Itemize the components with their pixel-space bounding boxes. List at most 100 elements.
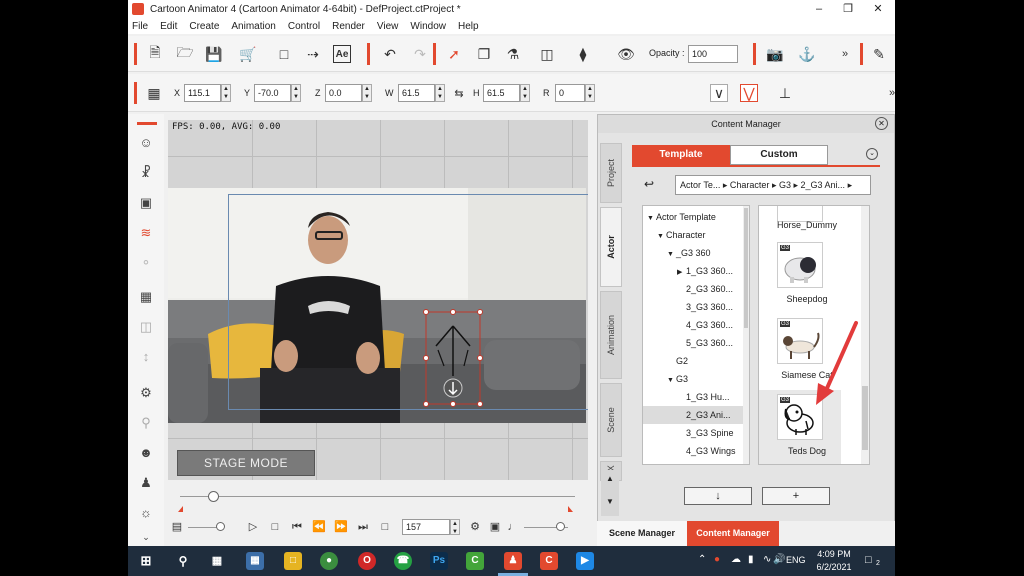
- menu-edit[interactable]: Edit: [160, 21, 177, 32]
- head-icon[interactable]: ☼: [137, 504, 155, 522]
- ae-export-button[interactable]: Ae: [333, 45, 351, 63]
- w-field[interactable]: 61.5: [398, 84, 435, 102]
- redo-icon[interactable]: ↷: [411, 45, 429, 63]
- loop-icon[interactable]: □: [378, 520, 392, 534]
- visibility-eye-icon[interactable]: 👁: [617, 45, 635, 63]
- breadcrumb-item[interactable]: Actor Te...: [680, 180, 720, 190]
- r-field[interactable]: 0: [555, 84, 585, 102]
- prev-key-icon[interactable]: ⏪: [312, 520, 326, 534]
- strip-more-icon[interactable]: ⌄: [137, 528, 155, 546]
- new-file-icon[interactable]: 🗎: [146, 44, 164, 63]
- undo-icon[interactable]: ↶: [381, 45, 399, 63]
- cartoon-animator-2-icon[interactable]: C: [540, 552, 558, 570]
- input-language[interactable]: ENG: [786, 555, 806, 565]
- calculator-icon[interactable]: ▦: [246, 552, 264, 570]
- path-icon[interactable]: ↕: [137, 348, 155, 366]
- bone-icon[interactable]: ⚲: [137, 414, 155, 432]
- anchor-icon[interactable]: ⚓: [798, 45, 816, 63]
- music-note-icon[interactable]: ♩: [506, 520, 520, 534]
- render-icon[interactable]: ▣: [488, 520, 502, 534]
- download-button[interactable]: ↓: [684, 487, 752, 505]
- tree-item[interactable]: 2_G3 360...: [643, 280, 743, 298]
- side-tab-scroller[interactable]: ▲ ▼: [601, 470, 619, 516]
- menu-window[interactable]: Window: [410, 21, 446, 32]
- range-start-marker[interactable]: [178, 506, 183, 512]
- tree-item[interactable]: ▼ Character: [643, 226, 743, 244]
- actor-composer-icon[interactable]: ☺: [137, 134, 155, 152]
- tree-item[interactable]: 1_G3 Hu...: [643, 388, 743, 406]
- cartoon-animator-taskbar-icon[interactable]: ♟: [504, 552, 522, 570]
- speed-icon[interactable]: ▤: [170, 520, 184, 534]
- h-stepper[interactable]: ▲ ▼: [520, 84, 530, 102]
- timeline-icon[interactable]: ⚙: [137, 384, 155, 402]
- side-tab-actor[interactable]: Actor: [600, 207, 622, 287]
- notification-icon[interactable]: □: [865, 554, 872, 566]
- link-icon[interactable]: ⇆: [450, 84, 468, 102]
- z-field[interactable]: 0.0: [325, 84, 362, 102]
- camera-icon[interactable]: 📷: [766, 45, 784, 63]
- task-view-icon[interactable]: ▦: [208, 552, 226, 570]
- grid-icon[interactable]: ▦: [145, 84, 163, 102]
- tree-item[interactable]: 4_G3 Wings: [643, 442, 743, 460]
- flip-icon[interactable]: ◫: [538, 45, 556, 63]
- screen-recorder-icon[interactable]: ▶: [576, 552, 594, 570]
- side-tab-scene[interactable]: Scene: [600, 383, 622, 457]
- panel-edit-icon[interactable]: ✎: [870, 45, 888, 63]
- tray-chevron-icon[interactable]: ⌃: [698, 554, 706, 565]
- panel-close-icon[interactable]: ✕: [875, 117, 888, 130]
- expand-arrow-icon[interactable]: ▼: [667, 372, 676, 388]
- item-label[interactable]: Sheepdog: [759, 294, 855, 304]
- wifi-icon[interactable]: ∿: [763, 554, 771, 565]
- x-stepper[interactable]: ▲ ▼: [221, 84, 231, 102]
- tab-custom[interactable]: Custom: [730, 145, 828, 165]
- stage-mode-button[interactable]: STAGE MODE: [177, 450, 315, 476]
- tree-item[interactable]: ▼ _G3 360: [643, 244, 743, 262]
- bend-up-icon[interactable]: ⋁: [740, 84, 758, 102]
- open-folder-icon[interactable]: 🗁: [176, 44, 194, 63]
- select-arrow-icon[interactable]: ➚: [445, 45, 463, 63]
- align-icon[interactable]: ⧫: [574, 45, 592, 63]
- back-arrow-icon[interactable]: ↩: [644, 177, 654, 191]
- tab-scene-manager[interactable]: Scene Manager: [597, 521, 687, 546]
- volume-slider-knob[interactable]: [556, 522, 565, 531]
- store-cart-icon[interactable]: 🛒: [239, 45, 257, 63]
- duplicate-icon[interactable]: ❐: [475, 45, 493, 63]
- save-icon[interactable]: 💾: [205, 45, 223, 63]
- audio-wave-icon[interactable]: ≋: [137, 224, 155, 242]
- menu-render[interactable]: Render: [332, 21, 365, 32]
- stage-viewport[interactable]: FPS: 0.00, AVG: 0.00 STAGE MODE: [168, 120, 588, 480]
- opera-icon[interactable]: O: [358, 552, 376, 570]
- speed-slider-track[interactable]: [188, 527, 218, 528]
- file-explorer-icon[interactable]: □: [284, 552, 302, 570]
- tree-scroll-thumb[interactable]: [744, 208, 748, 328]
- y-field[interactable]: -70.0: [254, 84, 291, 102]
- expand-arrow-icon[interactable]: ▼: [647, 210, 656, 226]
- w-stepper[interactable]: ▲ ▼: [435, 84, 445, 102]
- toolbar-more-icon[interactable]: »: [836, 45, 854, 63]
- opacity-field[interactable]: 100: [688, 45, 738, 63]
- tree-item[interactable]: 4_G3 360...: [643, 316, 743, 334]
- item-label[interactable]: Horse_Dummy: [759, 220, 855, 230]
- tray-app-icon[interactable]: ●: [714, 554, 720, 565]
- clock-time[interactable]: 4:09 PM: [814, 549, 854, 559]
- collapse-chevron-icon[interactable]: ⌄: [866, 148, 878, 160]
- tree-item[interactable]: 5_G3 360...: [643, 334, 743, 352]
- frame-stepper[interactable]: ▲ ▼: [450, 519, 460, 535]
- windows-start-icon[interactable]: ⊞: [137, 552, 155, 570]
- tab-content-manager[interactable]: Content Manager: [687, 521, 779, 546]
- stop-icon[interactable]: □: [268, 520, 282, 534]
- range-end-marker[interactable]: [568, 506, 573, 512]
- menu-help[interactable]: Help: [458, 21, 479, 32]
- tab-template[interactable]: Template: [632, 145, 730, 165]
- import-icon[interactable]: □: [275, 45, 293, 63]
- menu-file[interactable]: File: [132, 21, 148, 32]
- item-label[interactable]: Teds Dog: [759, 446, 855, 456]
- tray-cloud-icon[interactable]: ☁: [731, 554, 741, 565]
- lipsync-icon[interactable]: ⚬: [137, 254, 155, 272]
- pin-icon[interactable]: ⊥: [776, 84, 794, 102]
- volume-icon[interactable]: 🔊: [773, 554, 785, 565]
- tree-item[interactable]: ▼ G3: [643, 370, 743, 388]
- expand-arrow-icon[interactable]: ▼: [657, 228, 666, 244]
- first-frame-icon[interactable]: ⏮: [290, 520, 304, 534]
- scroll-down-icon[interactable]: ▼: [601, 497, 619, 506]
